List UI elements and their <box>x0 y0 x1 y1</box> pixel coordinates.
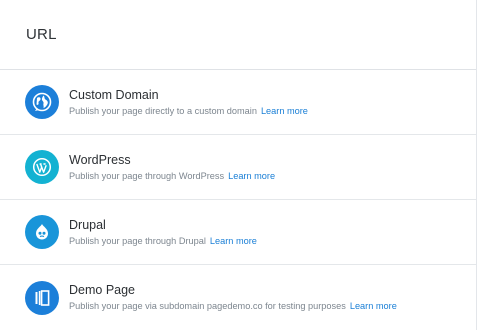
page-title: URL <box>26 26 57 43</box>
learn-more-link[interactable]: Learn more <box>210 236 257 246</box>
learn-more-link[interactable]: Learn more <box>261 106 308 116</box>
option-wordpress[interactable]: WordPress Publish your page through Word… <box>0 135 476 200</box>
drupal-icon <box>25 215 59 249</box>
option-title: Custom Domain <box>69 87 159 102</box>
option-demo-page[interactable]: Demo Page Publish your page via subdomai… <box>0 265 476 330</box>
option-description: Publish your page through Drupal Learn mo… <box>69 236 257 247</box>
description-text: Publish your page through WordPress <box>69 170 225 181</box>
panel-header: URL <box>0 0 476 70</box>
wordpress-icon <box>25 150 59 184</box>
option-title: Demo Page <box>69 283 136 297</box>
option-description: Publish your page directly to a custom d… <box>69 106 308 117</box>
description-text: Publish your page via subdomain pagedemo… <box>69 301 346 311</box>
option-custom-domain[interactable]: Custom Domain Publish your page directly… <box>0 70 476 135</box>
option-description: Publish your page through WordPress Learn… <box>69 171 275 182</box>
description-text: Publish your page through Drupal <box>69 235 206 246</box>
url-panel: URL Custom Domain Publish your page dire… <box>0 0 477 330</box>
option-title: WordPress <box>69 152 131 167</box>
pages-icon <box>25 280 59 315</box>
learn-more-link[interactable]: Learn more <box>350 301 397 311</box>
learn-more-link[interactable]: Learn more <box>228 171 275 181</box>
option-drupal[interactable]: Drupal Publish your page through Drupal L… <box>0 200 476 265</box>
option-description: Publish your page via subdomain pagedemo… <box>69 301 397 312</box>
globe-icon <box>25 85 59 119</box>
option-text: Drupal Publish your page through Drupal L… <box>69 218 257 247</box>
option-title: Drupal <box>69 217 106 232</box>
option-text: Custom Domain Publish your page directly… <box>69 88 308 117</box>
option-text: WordPress Publish your page through Word… <box>69 153 275 182</box>
publish-options-list: Custom Domain Publish your page directly… <box>0 70 476 330</box>
description-text: Publish your page directly to a custom d… <box>69 105 257 116</box>
option-text: Demo Page Publish your page via subdomai… <box>69 283 397 312</box>
